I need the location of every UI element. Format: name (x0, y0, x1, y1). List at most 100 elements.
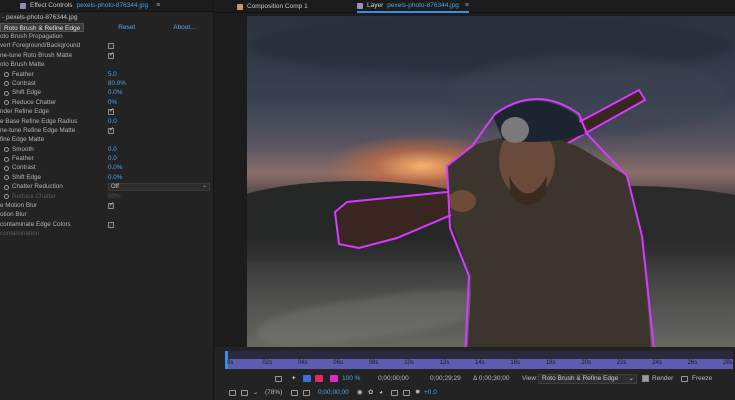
stopwatch-icon[interactable] (4, 147, 9, 153)
property-value[interactable]: 5.0 (108, 70, 117, 79)
property-checkbox[interactable] (108, 107, 114, 117)
reset-button[interactable]: Reset (118, 24, 135, 31)
property-row[interactable]: Contrast 80.0% (0, 79, 213, 88)
effect-controls-tab[interactable]: Effect Controls pexels-photo-876344.jpg … (0, 0, 213, 12)
exposure-value[interactable]: +0.0 (424, 387, 437, 399)
stopwatch-icon[interactable] (4, 175, 9, 181)
property-row[interactable]: Feather 0.0 (0, 154, 213, 163)
viewer-canvas[interactable] (215, 13, 735, 358)
property-row[interactable]: otion Blur (0, 210, 213, 219)
property-checkbox[interactable] (108, 51, 114, 60)
property-row[interactable]: vert Foreground/Background (0, 41, 213, 50)
property-value[interactable]: 80.0% (108, 79, 126, 88)
property-label: e Base Refine Edge Radius (0, 117, 78, 125)
show-channel-icon[interactable]: ✿ (368, 387, 373, 399)
property-value[interactable]: 0.0 (108, 154, 117, 163)
overlay-opacity[interactable]: 100 % (342, 373, 360, 385)
stopwatch-icon[interactable] (4, 100, 9, 106)
color-wheel-icon[interactable]: ◕ (379, 387, 383, 399)
composition-icon (237, 3, 243, 10)
view-dropdown[interactable]: Roto Brush & Refine Edge ⌄ (538, 374, 637, 384)
freeze-icon[interactable] (681, 376, 688, 382)
ruler-tick-label: 18s (545, 360, 556, 366)
tab-composition[interactable]: Composition Comp 1 (237, 0, 308, 13)
channel-blue-swatch[interactable] (303, 375, 311, 382)
render-checkbox[interactable] (642, 375, 649, 382)
property-row[interactable]: fine Edge Matte (0, 135, 213, 144)
stopwatch-icon[interactable] (4, 194, 9, 200)
property-row[interactable]: ne-tune Roto Brush Matte (0, 51, 213, 60)
effect-name[interactable]: Roto Brush & Refine Edge (0, 23, 85, 32)
property-checkbox[interactable] (108, 201, 114, 210)
exposure-icon[interactable]: ✹ (415, 387, 420, 399)
stopwatch-icon[interactable] (4, 165, 9, 171)
property-value[interactable]: 0.0% (108, 88, 122, 97)
viewer-bottom-bar: ⌄ (78%) 0;00;00;00 ◉ ✿ ◕ ✹ +0.0 (215, 387, 735, 399)
property-select[interactable]: Off ⌄ (108, 183, 210, 191)
property-label: nder Refine Edge (0, 108, 50, 116)
property-checkbox[interactable] (108, 43, 114, 50)
property-label: Smooth (12, 145, 34, 153)
view-label: View: (522, 375, 538, 382)
channel-red-swatch[interactable] (315, 375, 323, 382)
mask-icon[interactable] (303, 390, 310, 396)
stopwatch-icon[interactable] (4, 72, 9, 78)
tab-title: Effect Controls (30, 2, 73, 9)
snapshot-icon[interactable] (275, 376, 282, 382)
ruler-tick-label: 20s (581, 360, 591, 366)
stopwatch-icon[interactable] (4, 81, 9, 87)
stopwatch-icon[interactable] (4, 156, 9, 162)
transparency-grid-icon[interactable] (403, 390, 410, 396)
property-row[interactable]: Chatter Reduction Off ⌄ (0, 182, 213, 191)
property-label: e Motion Blur (0, 202, 38, 210)
property-row[interactable]: Reduce Chatter 50% (0, 192, 213, 201)
property-value[interactable]: 0.0% (108, 173, 122, 182)
current-timecode[interactable]: 0;00;00;00 (318, 387, 349, 399)
property-value[interactable]: 0.0 (108, 117, 117, 126)
tab-file-link[interactable]: pexels-photo-876344.jpg (77, 2, 149, 9)
property-row[interactable]: Feather 5.0 (0, 70, 213, 79)
property-row[interactable]: Reduce Chatter 0% (0, 98, 213, 107)
property-row[interactable]: Shift Edge 0.0% (0, 173, 213, 182)
monitor-icon[interactable] (241, 390, 248, 396)
property-row[interactable]: nder Refine Edge (0, 107, 213, 116)
stopwatch-icon[interactable] (4, 184, 9, 190)
property-checkbox[interactable] (108, 221, 114, 228)
property-row[interactable]: Contrast 0.0% (0, 163, 213, 172)
magnification-dropdown[interactable]: (78%) (265, 387, 282, 399)
time-ruler[interactable]: 0s 02s 04s 06s 08s 10s 12s 14s 16s 18s 20s 22s 24s 26… (225, 351, 733, 369)
property-row[interactable]: oto Brush Propagation (0, 32, 213, 41)
tab-layer[interactable]: Layer pexels-photo-876344.jpg ≡ (357, 0, 469, 13)
chevron-down-icon[interactable]: ⌄ (253, 387, 258, 399)
alpha-icon[interactable]: ✦ (291, 373, 296, 385)
property-value[interactable]: 0.0% (108, 163, 122, 172)
property-row[interactable]: e Motion Blur (0, 201, 213, 210)
ruler-tick-label: 02s (262, 360, 273, 366)
property-row[interactable]: contaminate Edge Colors (0, 220, 213, 229)
property-checkbox[interactable] (108, 126, 114, 135)
property-label: contaminate Edge Colors (0, 220, 71, 228)
property-row[interactable]: oto Brush Matte (0, 60, 213, 69)
property-row[interactable]: Smooth 0.0 (0, 145, 213, 154)
property-row[interactable]: e Base Refine Edge Radius 0.0 (0, 117, 213, 126)
property-value[interactable]: 0.0 (108, 145, 117, 154)
timecode-current[interactable]: 0;00;00;00 (378, 373, 409, 385)
tab-layer-prefix: Layer (367, 2, 384, 9)
timecode-end[interactable]: 0;00;29;29 (430, 373, 461, 385)
property-row[interactable]: ne-tune Refine Edge Matte (0, 126, 213, 135)
property-label: fine Edge Matte (0, 136, 45, 144)
property-row[interactable]: Shift Edge 0.0% (0, 88, 213, 97)
overlay-color-swatch[interactable] (330, 375, 338, 382)
layer-icon (357, 2, 363, 9)
stopwatch-icon[interactable] (4, 90, 9, 96)
property-label: vert Foreground/Background (0, 42, 81, 50)
property-value[interactable]: 0% (108, 98, 117, 107)
about-button[interactable]: About... (173, 24, 195, 31)
hamburger-icon[interactable]: ≡ (156, 2, 160, 9)
camera-icon[interactable]: ◉ (357, 387, 363, 399)
region-of-interest-icon[interactable] (391, 390, 398, 396)
always-preview-icon[interactable] (229, 390, 236, 396)
grid-icon[interactable] (291, 390, 298, 396)
property-row[interactable]: contamination (0, 229, 213, 238)
hamburger-icon[interactable]: ≡ (465, 2, 469, 9)
